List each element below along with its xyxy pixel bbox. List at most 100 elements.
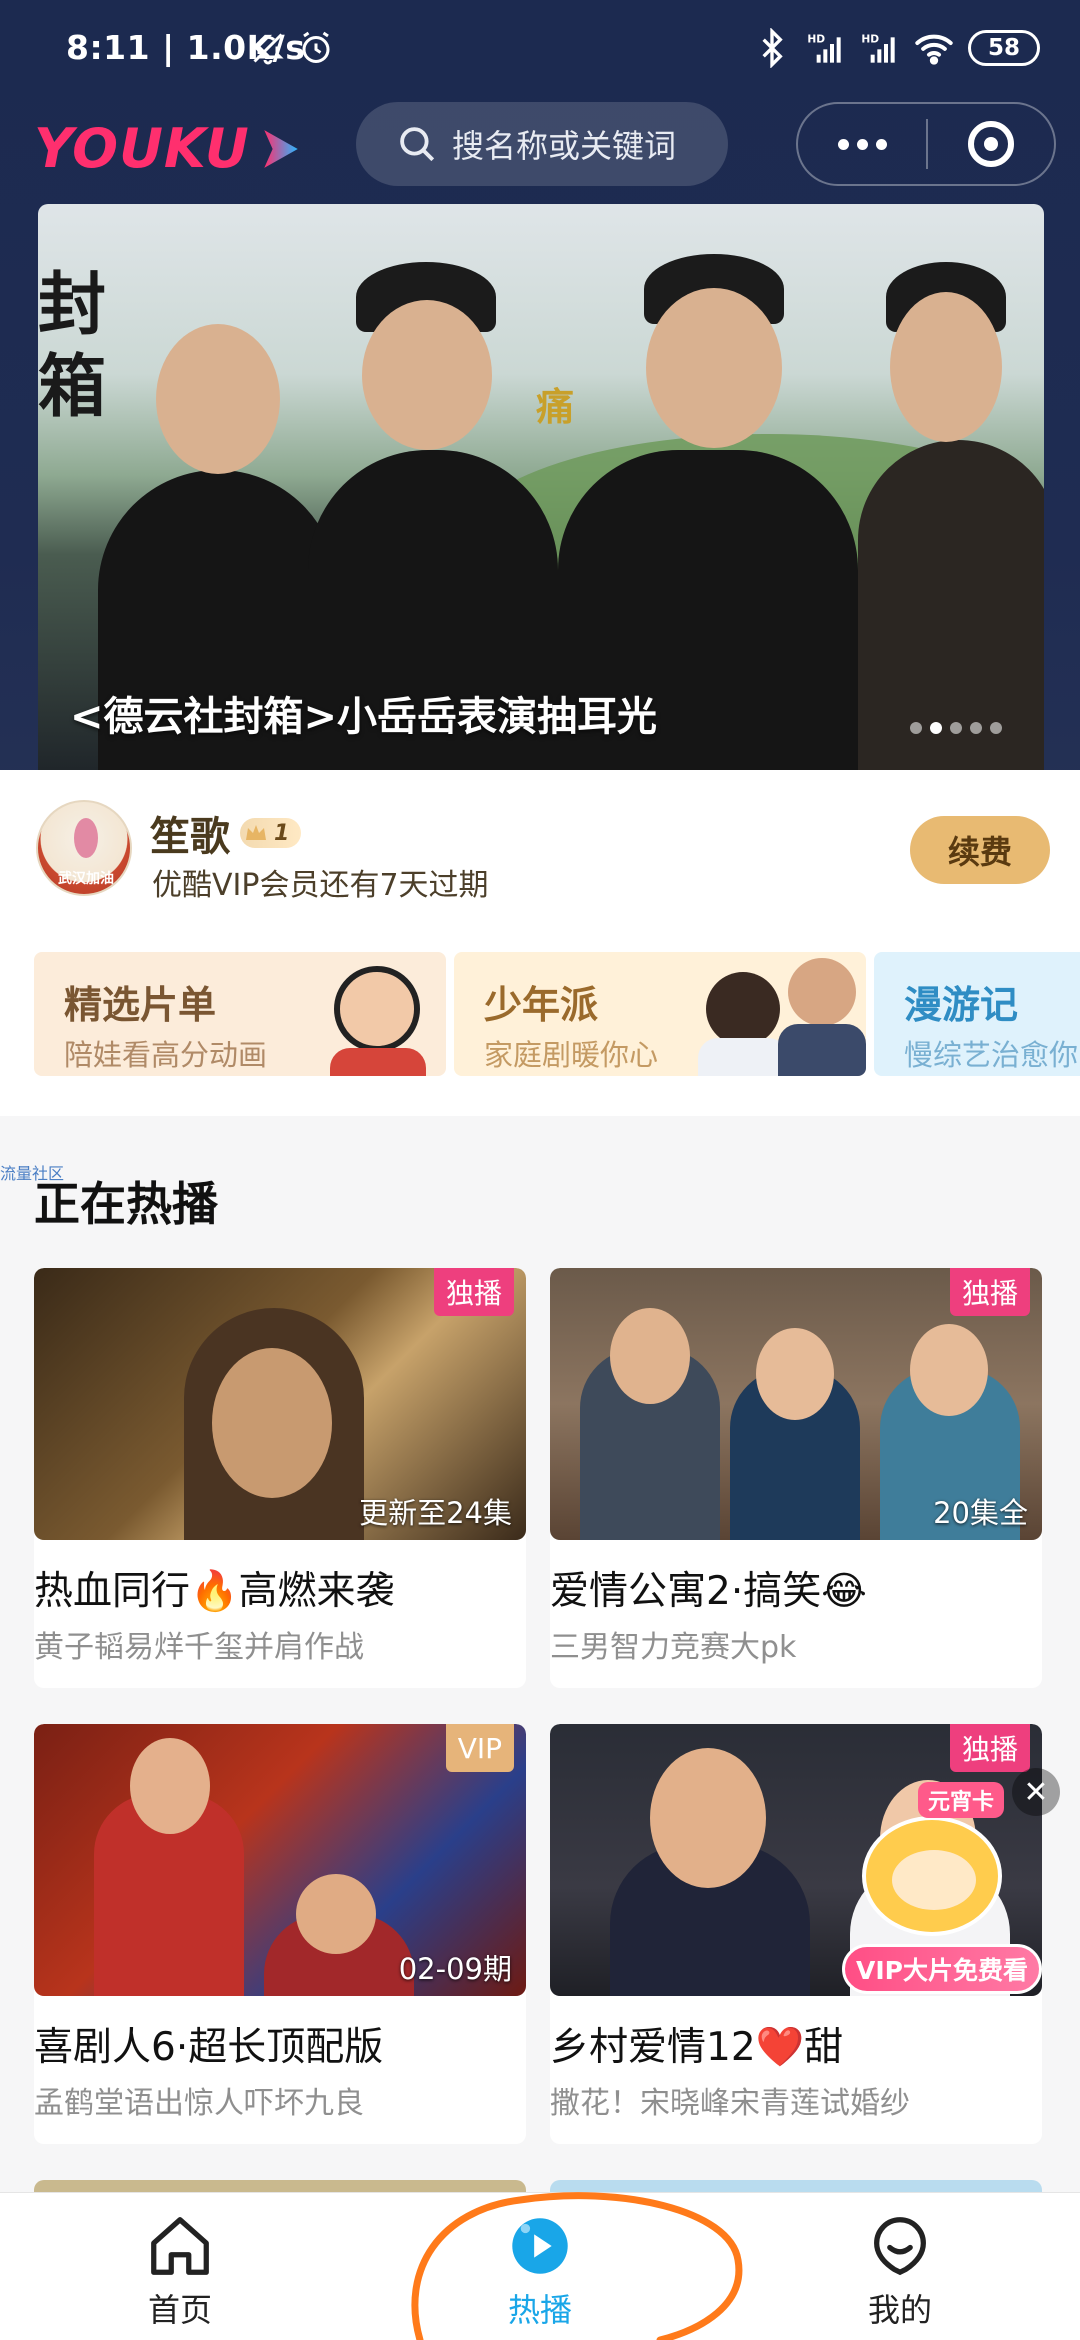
pagination-dot <box>950 722 962 734</box>
search-placeholder: 搜名称或关键词 <box>452 127 677 165</box>
show-title: 喜剧人6·超长顶配版 <box>34 2025 384 2070</box>
search-input[interactable]: 搜名称或关键词 <box>356 102 728 186</box>
pagination-dot <box>910 722 922 734</box>
monkey-mascot-art <box>862 1816 1002 1936</box>
actor-photo-art <box>788 958 856 1026</box>
poster-face-art <box>756 1328 834 1420</box>
episode-info: 02-09期 <box>398 1952 512 1986</box>
tab-label: 我的 <box>867 2291 932 2329</box>
banner-face-art <box>156 324 280 474</box>
vip-level-badge: 1 <box>240 818 302 848</box>
feature-card-subtitle: 家庭剧暖你心 <box>484 1038 659 1072</box>
pagination-dot-active <box>930 722 942 734</box>
feature-card-title: 漫游记 <box>904 983 1019 1027</box>
tab-home[interactable]: 首页 <box>100 2211 260 2331</box>
username-text: 笙歌 <box>150 814 230 860</box>
signal-hd-icon: HD <box>861 33 895 63</box>
avatar-text: 武汉加油 <box>58 871 114 887</box>
episode-info: 20集全 <box>933 1496 1028 1530</box>
close-miniprogram-button[interactable] <box>928 104 1054 184</box>
show-card[interactable]: VIP 02-09期 喜剧人6·超长顶配版 孟鹤堂语出惊人吓坏九良 <box>34 1724 526 2144</box>
logo-play-icon <box>263 129 298 168</box>
wifi-icon <box>915 34 953 65</box>
bluetooth-icon <box>762 28 783 68</box>
tab-profile[interactable]: 我的 <box>820 2211 980 2331</box>
feature-card-subtitle: 慢综艺治愈你 <box>904 1038 1079 1072</box>
poster-face-art <box>296 1874 376 1954</box>
svg-text:HD: HD <box>807 33 825 46</box>
status-bar: 8:11 | 1.0K/s HD HD 58 <box>0 0 1080 100</box>
banner-seal-text: 封箱 <box>38 265 107 427</box>
actor-photo-art <box>698 1038 788 1076</box>
vip-level-text: 1 <box>274 820 290 846</box>
tab-label: 热播 <box>507 2291 572 2329</box>
content-sheet: 武汉加油 笙歌 1 优酷VIP会员还有7天过期 续费 精选片单 陪娃看高分动画 … <box>0 770 1080 2340</box>
more-dot-icon <box>837 138 849 150</box>
logo-text: YOUKU <box>34 117 250 180</box>
nezha-character-art <box>330 1048 426 1076</box>
miniprogram-capsule <box>796 102 1056 186</box>
crown-icon <box>246 825 266 840</box>
more-dot-icon <box>875 138 887 150</box>
feature-card[interactable]: 少年派 家庭剧暖你心 <box>454 952 866 1076</box>
vip-status-row: 武汉加油 笙歌 1 优酷VIP会员还有7天过期 续费 <box>0 770 1080 930</box>
feature-card[interactable]: 精选片单 陪娃看高分动画 <box>34 952 446 1076</box>
banner-caption: <德云社封箱>小岳岳表演抽耳光 <box>70 694 658 740</box>
username: 笙歌 1 <box>150 804 302 862</box>
feature-card-title: 少年派 <box>484 983 599 1027</box>
show-title: 爱情公寓2·搞笑😂 <box>550 1569 867 1614</box>
show-subtitle: 孟鹤堂语出惊人吓坏九良 <box>34 2086 364 2121</box>
banner-face-art <box>646 288 782 448</box>
more-button[interactable] <box>798 104 926 184</box>
section-title: 正在热播 <box>34 1177 218 1231</box>
bottom-tab-bar: 首页 热播 我的 <box>0 2192 1080 2340</box>
show-card[interactable]: 独播 20集全 爱情公寓2·搞笑😂 三男智力竞赛大pk <box>550 1268 1042 1688</box>
show-title: 乡村爱情12❤️甜 <box>550 2025 844 2070</box>
tab-trending[interactable]: 热播 <box>460 2211 620 2331</box>
banner-pagination <box>910 722 1002 734</box>
show-subtitle: 撒花！宋晓峰宋青莲试婚纱 <box>550 2086 910 2121</box>
exclusive-badge: 独播 <box>433 1268 514 1316</box>
episode-info: 更新至24集 <box>359 1496 512 1530</box>
banner-face-art <box>890 292 1002 442</box>
svg-text:HD: HD <box>861 33 879 46</box>
pagination-dot <box>970 722 982 734</box>
vip-badge: VIP <box>445 1724 514 1772</box>
banner-figure-art <box>858 440 1044 770</box>
vip-expire-text: 优酷VIP会员还有7天过期 <box>152 868 489 903</box>
feature-card[interactable]: 漫游记 慢综艺治愈你 <box>874 952 1080 1076</box>
feature-card-subtitle: 陪娃看高分动画 <box>64 1038 268 1072</box>
banner-face-art <box>362 300 492 450</box>
poster-face-art <box>610 1308 690 1404</box>
home-icon <box>151 2217 209 2275</box>
play-circle-icon <box>512 2218 568 2274</box>
target-icon <box>967 121 1014 167</box>
promo-floating-badge[interactable]: 元宵卡 VIP大片免费看 <box>832 1746 1054 2006</box>
status-icons: HD HD 58 <box>752 26 1040 70</box>
alarm-icon <box>302 31 330 63</box>
actor-photo-art <box>706 972 780 1046</box>
promo-tag: 元宵卡 <box>918 1782 1005 1818</box>
poster-face-art <box>212 1348 332 1498</box>
tab-label: 首页 <box>147 2291 212 2329</box>
actor-photo-art <box>778 1024 866 1076</box>
feature-card-title: 精选片单 <box>64 983 217 1027</box>
pagination-dot <box>990 722 1002 734</box>
exclusive-badge: 独播 <box>949 1268 1030 1316</box>
show-title: 热血同行🔥高燃来袭 <box>34 1569 395 1614</box>
show-subtitle: 黄子韬易烊千玺并肩作战 <box>34 1630 364 1665</box>
battery-level: 58 <box>987 35 1020 61</box>
poster-face-art <box>910 1324 988 1416</box>
battery-icon: 58 <box>968 30 1040 66</box>
hero-banner[interactable]: 封箱 痛 <德云社封箱>小岳岳表演抽耳光 <box>38 204 1044 770</box>
feature-cards-row: 精选片单 陪娃看高分动画 少年派 家庭剧暖你心 漫游记 慢综艺治愈你 <box>0 930 1080 1116</box>
nezha-character-art <box>334 966 420 1052</box>
more-dot-icon <box>856 138 868 150</box>
youku-logo[interactable]: YOUKU <box>34 117 302 180</box>
poster-face-art <box>130 1738 210 1834</box>
signal-hd-icon: HD <box>807 33 841 63</box>
renew-button[interactable]: 续费 <box>910 816 1050 884</box>
show-card[interactable]: 独播 更新至24集 热血同行🔥高燃来袭 黄子韬易烊千玺并肩作战 <box>34 1268 526 1688</box>
avatar[interactable]: 武汉加油 <box>36 800 132 896</box>
search-icon <box>400 127 435 162</box>
